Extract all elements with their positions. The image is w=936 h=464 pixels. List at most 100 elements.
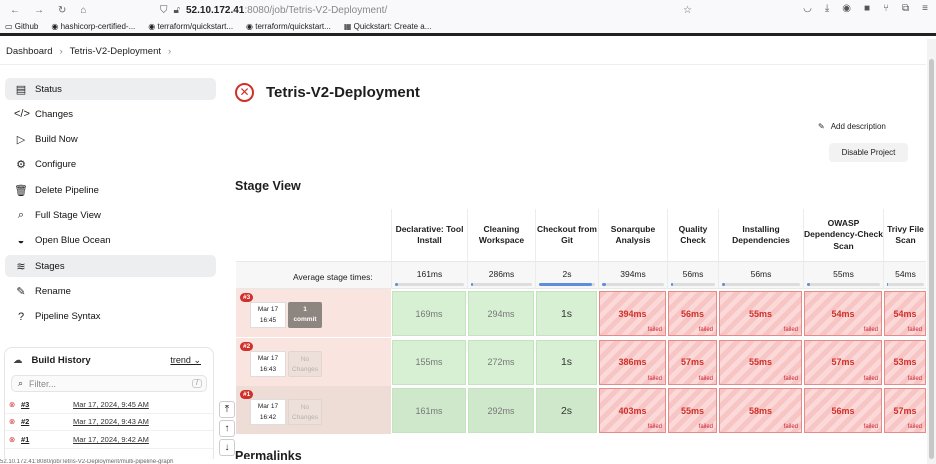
sidebar-item-rename[interactable]: ✎ Rename [5,280,216,302]
stage-cell[interactable]: 1s [536,339,597,385]
average-time-bar [807,283,880,286]
bookmark-item[interactable]: ◉ terraform/quickstart... [246,22,331,31]
sidebar-item-label: Open Blue Ocean [35,235,111,247]
stage-cell[interactable]: 294ms [468,291,534,336]
build-number-link[interactable]: #2 [21,417,73,426]
pocket-icon[interactable]: ◡ [803,3,812,14]
scroll-top-icon[interactable]: ⤒ [219,401,235,418]
layers-icon: ≋ [16,260,26,273]
reload-icon[interactable]: ↻ [58,5,66,16]
stage-average-time: 2s [535,262,598,289]
extensions-icon[interactable]: ⧉ [902,3,909,14]
disable-project-button[interactable]: Disable Project [829,143,908,162]
average-time-bar [539,283,595,286]
build-run-row: #3 Mar 17 16:45 1 commit 169ms 294ms 1s 394ms fai… [236,289,926,337]
bookmark-item[interactable]: ◉ hashicorp-certified-... [51,22,135,31]
stage-cell[interactable]: 53ms failed [884,339,926,385]
average-time-value: 394ms [620,269,646,279]
stage-average-time: 161ms [391,262,467,289]
sidebar-item-delete-pipeline[interactable]: 🗑 Delete Pipeline [5,179,216,201]
stage-cell[interactable]: 292ms [468,388,534,433]
build-changes[interactable]: 1 commit [288,302,322,328]
build-number-link[interactable]: #3 [21,400,73,409]
build-changes[interactable]: No Changes [288,399,322,425]
build-number-badge[interactable]: #3 [240,293,254,302]
stage-cell[interactable]: 57ms failed [884,388,926,433]
stage-cell[interactable]: 394ms failed [599,291,666,336]
sidebar-item-pipeline-syntax[interactable]: ? Pipeline Syntax [5,306,216,328]
stage-cell[interactable]: 169ms [392,291,466,336]
breadcrumb-dashboard[interactable]: Dashboard [6,46,52,57]
stage-cell[interactable]: 2s [536,388,597,433]
build-list: ⊗ #3 Mar 17, 2024, 9:45 AM ⊗ #2 Mar 17, 2024,… [5,396,213,449]
bookmark-item[interactable]: ▭ Github [5,22,38,31]
sidebar: ▤ Status </> Changes ▷ Build Now ⚙ Configure 🗑 De… [0,78,222,331]
search-icon: ⌕ [18,378,24,388]
address-bar[interactable]: ⛉ 🔓︎ 52.10.172.41 :8080/job/Tetris-V2-De… [160,2,700,18]
stage-cell[interactable]: 55ms failed [668,388,717,433]
arrow-down-icon[interactable]: ↓ [219,439,235,456]
stage-cell[interactable]: 386ms failed [599,339,666,385]
build-date-link[interactable]: Mar 17, 2024, 9:45 AM [73,400,149,409]
stage-cell[interactable]: 58ms failed [719,388,802,433]
stage-cell[interactable]: 155ms [392,339,466,385]
account-icon[interactable]: ◉ [842,3,851,14]
sidebar-item-status[interactable]: ▤ Status [5,78,216,100]
star-icon[interactable]: ☆ [683,5,692,16]
back-icon[interactable]: ← [10,5,20,16]
add-description-link[interactable]: ✎ Add description [818,122,886,131]
url-host: 52.10.172.41 [185,4,245,16]
build-run-time: 16:42 [259,414,277,421]
build-date-link[interactable]: Mar 17, 2024, 9:42 AM [73,435,149,444]
stage-view-title: Stage View [235,179,301,193]
extension-icon[interactable]: ■ [864,3,870,14]
page-scrollbar[interactable] [927,39,936,464]
build-history-row: ⊗ #2 Mar 17, 2024, 9:43 AM [5,414,213,431]
stage-cell[interactable]: 55ms failed [719,291,802,336]
sidebar-item-open-blue-ocean[interactable]: ◒ Open Blue Ocean [5,230,216,252]
trend-link[interactable]: trend ⌄ [170,355,201,366]
average-time-bar [671,283,715,286]
stage-failed-label: failed [863,424,878,430]
build-number-badge[interactable]: #2 [240,341,254,351]
forward-icon[interactable]: → [34,5,44,16]
sidebar-item-configure[interactable]: ⚙ Configure [5,154,216,176]
stage-duration: 56ms [680,308,705,319]
breadcrumb-job[interactable]: Tetris-V2-Deployment [70,46,161,57]
home-icon[interactable]: ⌂ [80,5,86,16]
stage-header: Installing Dependencies [718,209,803,261]
sidebar-item-stages[interactable]: ≋ Stages [5,255,216,278]
stage-average-time: 55ms [803,262,883,289]
scrollbar-thumb[interactable] [929,59,934,459]
stage-cell[interactable]: 55ms failed [719,339,802,385]
stage-header: Checkout from Git [535,209,598,261]
stage-failed-label: failed [698,375,713,382]
filter-placeholder: Filter... [29,378,57,389]
bookmark-item[interactable]: ◉ terraform/quickstart... [148,22,233,31]
stage-cell[interactable]: 54ms failed [884,291,926,336]
sidebar-item-build-now[interactable]: ▷ Build Now [5,129,216,151]
stage-cell[interactable]: 57ms failed [804,339,882,385]
stage-cell[interactable]: 57ms failed [668,339,717,385]
stage-cell[interactable]: 56ms failed [804,388,882,433]
bookmark-item[interactable]: ▦ Quickstart: Create a... [344,22,432,31]
sidebar-item-changes[interactable]: </> Changes [5,103,216,125]
stage-cell[interactable]: 54ms failed [804,291,882,336]
stage-cell[interactable]: 56ms failed [668,291,717,336]
build-number-badge[interactable]: #1 [240,390,254,399]
stage-cell[interactable]: 1s [536,291,597,336]
stage-duration: 58ms [748,405,773,416]
stage-cell[interactable]: 161ms [392,388,466,433]
build-number-link[interactable]: #1 [21,435,73,444]
arrow-up-icon[interactable]: ↑ [219,420,235,437]
download-icon[interactable]: ⤓ [825,3,829,14]
stage-cell[interactable]: 272ms [468,339,534,385]
sidebar-item-full-stage-view[interactable]: ⌕ Full Stage View [5,204,216,226]
build-date-link[interactable]: Mar 17, 2024, 9:43 AM [73,417,149,426]
menu-icon[interactable]: ≡ [922,3,928,14]
bookmark-label: hashicorp-certified-... [60,22,136,31]
share-icon[interactable]: ⑂ [883,3,889,14]
build-changes[interactable]: No Changes [288,350,322,377]
build-filter-input[interactable]: ⌕ Filter... / [11,375,207,392]
stage-cell[interactable]: 403ms failed [599,388,666,433]
